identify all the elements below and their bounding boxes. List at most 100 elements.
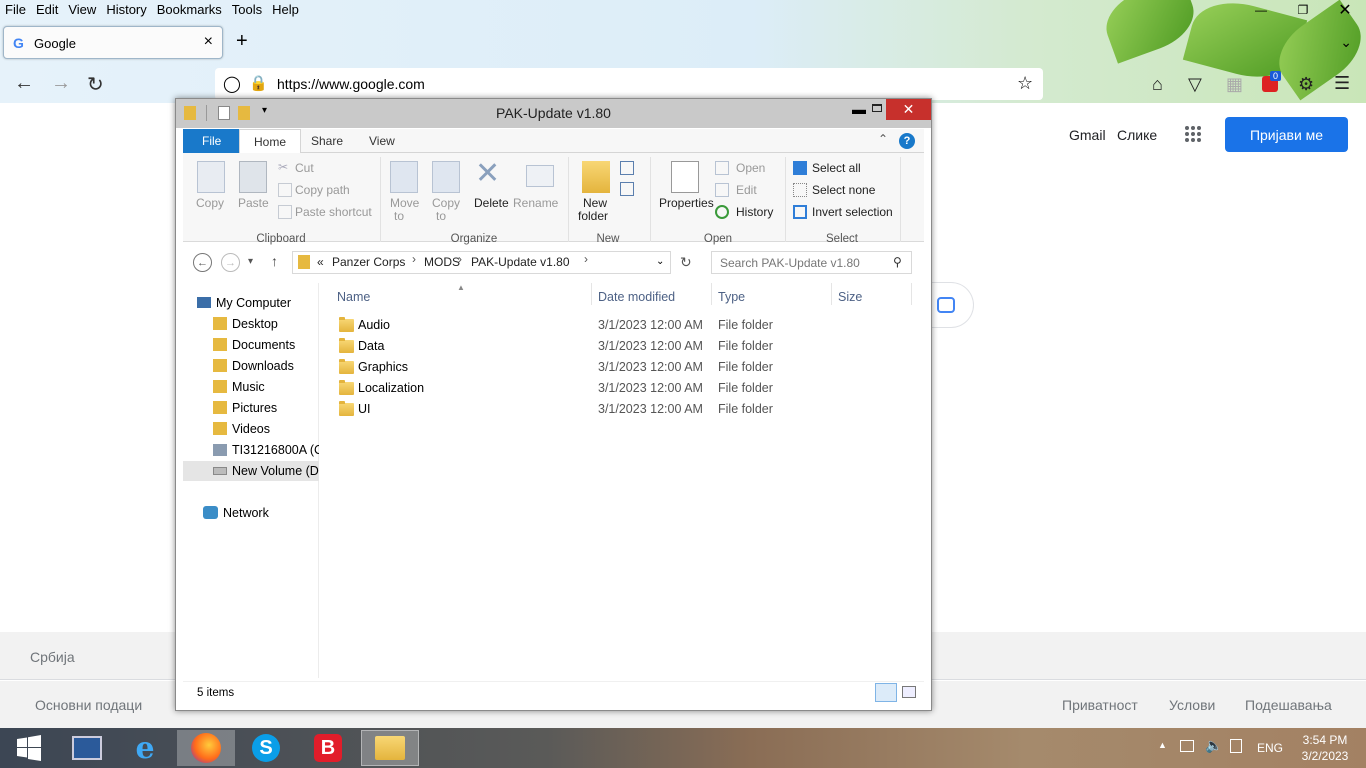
home-icon[interactable]: ⌂ [1152,74,1163,95]
cut-icon[interactable]: ✂ [278,160,288,174]
column-name[interactable]: Name [337,290,370,304]
help-icon[interactable]: ? [899,133,915,149]
select-none-icon[interactable] [793,183,807,197]
delete-button[interactable]: Delete [474,196,509,210]
easy-access-icon[interactable] [620,182,634,196]
history-button[interactable]: History [736,205,773,219]
select-none-button[interactable]: Select none [812,183,875,197]
new-folder-label-2[interactable]: folder [578,209,608,223]
language-indicator[interactable]: ENG [1257,741,1283,755]
move-to-icon[interactable] [390,161,418,193]
pocket-icon[interactable]: ▽ [1188,74,1202,95]
nav-my-computer[interactable]: My Computer [197,293,319,313]
edit-icon[interactable] [715,183,729,197]
footer-privacy[interactable]: Приватност [1062,697,1138,713]
nav-downloads[interactable]: Downloads [213,356,319,376]
open-button[interactable]: Open [736,161,765,175]
copy-to-button[interactable]: Copy [432,196,460,210]
copy-to-label-2[interactable]: to [436,209,446,223]
file-row-data[interactable]: Data 3/1/2023 12:00 AM File folder [336,336,916,357]
open-icon[interactable] [715,161,729,175]
app-menu-icon[interactable]: ☰ [1334,73,1350,94]
images-link[interactable]: Слике [1117,127,1157,143]
address-dropdown-icon[interactable]: ⌄ [656,256,664,267]
tab-close-icon[interactable]: × [204,33,213,51]
move-to-label-2[interactable]: to [394,209,404,223]
new-folder-button[interactable]: New [583,196,607,210]
large-icons-view-icon[interactable] [902,686,916,698]
close-icon[interactable]: ✕ [1324,0,1366,20]
gmail-link[interactable]: Gmail [1069,127,1106,143]
extensions-puzzle-icon[interactable]: ⚙ [1298,74,1314,95]
menu-file[interactable]: File [0,0,31,20]
paste-shortcut-button[interactable]: Paste shortcut [295,205,372,219]
explorer-title-bar[interactable]: ▾ PAK-Update v1.80 ▬ ✕ [176,99,931,128]
file-row-ui[interactable]: UI 3/1/2023 12:00 AM File folder [336,399,916,420]
column-type[interactable]: Type [718,290,745,304]
tab-list-icon[interactable]: ⌄ [1340,34,1352,51]
copy-path-button[interactable]: Copy path [295,183,350,197]
breadcrumb-mods[interactable]: MODS [424,255,460,269]
tab-home[interactable]: Home [239,129,302,154]
shield-icon[interactable]: ◯ [223,74,241,94]
move-to-button[interactable]: Move [390,196,419,210]
collapse-ribbon-icon[interactable]: ⌃ [878,132,888,146]
bookmark-star-icon[interactable]: ☆ [1017,73,1033,94]
properties-icon[interactable] [671,161,699,193]
start-button[interactable] [0,730,58,766]
copy-path-icon[interactable] [278,183,292,197]
nav-videos[interactable]: Videos [213,419,319,439]
apps-grid-icon[interactable] [1185,126,1201,142]
rename-icon[interactable] [526,165,554,187]
nav-drive-c[interactable]: TI31216800A (C: [213,440,319,460]
forward-icon[interactable]: → [51,72,71,95]
explorer-minimize-icon[interactable]: ▬ [846,101,872,121]
search-input[interactable]: Search PAK-Update v1.80 ⚲ [711,251,912,274]
show-hidden-icons-icon[interactable]: ▲ [1158,740,1167,750]
tab-file[interactable]: File [183,129,241,153]
history-icon[interactable] [715,205,729,219]
nav-network[interactable]: Network [203,503,319,523]
column-size[interactable]: Size [838,290,862,304]
copy-to-icon[interactable] [432,161,460,193]
taskbar-firefox[interactable] [177,730,235,766]
menu-bookmarks[interactable]: Bookmarks [152,0,227,20]
new-item-icon[interactable] [620,161,634,175]
taskbar-remote-desktop[interactable] [58,730,116,766]
rename-button[interactable]: Rename [513,196,558,210]
cut-button[interactable]: Cut [295,161,314,175]
back-icon[interactable]: ← [14,72,34,95]
taskbar-skype[interactable]: S [237,730,295,766]
nav-desktop[interactable]: Desktop [213,314,319,334]
paste-button[interactable]: Paste [238,196,269,210]
extension-icon[interactable]: ▦ [1226,74,1243,95]
breadcrumb-overflow[interactable]: « [317,255,324,269]
invert-selection-button[interactable]: Invert selection [812,205,893,219]
taskbar-bitdefender[interactable]: B [299,730,357,766]
camera-search-icon[interactable] [937,297,955,313]
delete-icon[interactable]: ✕ [475,156,500,191]
paste-shortcut-icon[interactable] [278,205,292,219]
column-date-modified[interactable]: Date modified [598,290,675,304]
properties-button[interactable]: Properties [659,196,714,210]
recent-locations-icon[interactable]: ▾ [248,256,253,267]
volume-icon[interactable]: 🔈 [1205,737,1222,754]
file-row-localization[interactable]: Localization 3/1/2023 12:00 AM File fold… [336,378,916,399]
address-bar[interactable]: « Panzer Corps › MODS › PAK-Update v1.80… [292,251,671,274]
footer-settings[interactable]: Подешавања [1245,697,1332,713]
menu-tools[interactable]: Tools [227,0,267,20]
details-view-icon[interactable] [875,683,897,702]
sign-in-button[interactable]: Пријави ме [1225,117,1348,152]
nav-drive-d[interactable]: New Volume (D [183,461,319,481]
forward-icon[interactable]: → [221,253,240,272]
menu-help[interactable]: Help [267,0,304,20]
lock-icon[interactable]: 🔒 [249,74,268,92]
footer-terms[interactable]: Услови [1169,697,1215,713]
copy-icon[interactable] [197,161,225,193]
restore-icon[interactable]: ❐ [1282,0,1324,20]
nav-documents[interactable]: Documents [213,335,319,355]
reload-icon[interactable]: ↻ [87,72,104,97]
edit-button[interactable]: Edit [736,183,757,197]
refresh-icon[interactable]: ↻ [680,254,692,271]
select-all-icon[interactable] [793,161,807,175]
